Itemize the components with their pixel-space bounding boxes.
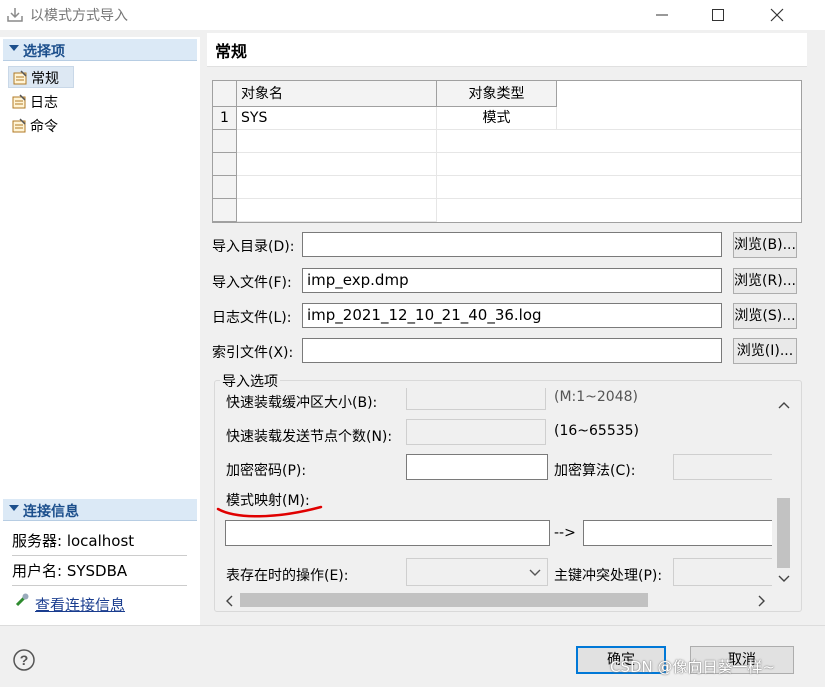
options-section-label: 选择项 [23,44,65,60]
chevron-down-icon [529,569,541,576]
log-file-label: 日志文件(L): [212,310,292,326]
table-cell-empty [437,130,801,153]
browse-dir-button[interactable]: 浏览(B)... [733,232,797,258]
password-label: 加密密码(P): [226,463,307,479]
browse-index-button[interactable]: 浏览(I)... [733,338,797,364]
view-connection-link[interactable]: 查看连接信息 [35,594,125,615]
options-section-header[interactable]: 选择项 [3,39,197,61]
browse-file-button[interactable]: 浏览(R)... [733,268,797,294]
options-page-icon [12,118,26,133]
svg-text:?: ? [20,652,29,668]
connection-section-label: 连接信息 [23,504,79,520]
algorithm-select[interactable] [673,454,772,480]
table-cell-empty [437,153,801,176]
index-file-label: 索引文件(X): [212,345,294,361]
fast-nodes-input[interactable] [406,419,546,445]
object-table[interactable]: 对象名 对象类型 1 SYS 模式 [212,80,802,223]
import-file-input[interactable]: imp_exp.dmp [302,268,722,293]
window-title: 以模式方式导入 [30,8,128,24]
title-bar: 以模式方式导入 [0,0,825,30]
pk-conflict-select[interactable] [673,558,772,586]
fast-buffer-input[interactable] [406,388,546,410]
page-header: 常规 [207,33,807,67]
chevron-left-icon[interactable] [224,595,234,607]
nav-label: 命令 [30,119,58,135]
chevron-up-icon[interactable] [778,400,790,410]
fast-nodes-range: (16~65535) [554,423,640,439]
chevron-right-icon[interactable] [757,595,767,607]
table-cell-empty [437,176,801,199]
server-info: 服务器: localhost [12,530,187,556]
vertical-scroll-thumb[interactable] [777,498,790,568]
log-file-input[interactable]: imp_2021_12_10_21_40_36.log [302,303,722,328]
watermark: CSDN @像向日葵一样~ [610,658,776,676]
connection-link-icon [15,593,29,607]
mapping-source-input[interactable] [225,520,550,546]
browse-log-button[interactable]: 浏览(S)... [733,303,797,329]
password-input[interactable] [406,454,548,480]
collapse-icon [9,505,19,511]
table-cell-empty [557,107,801,130]
close-icon[interactable] [765,4,789,26]
import-icon [7,8,23,22]
import-options-scroll-area[interactable]: 快速装载缓冲区大小(B): (M:1~2048) 快速装载发送节点个数(N): … [216,388,772,590]
vertical-scrollbar[interactable] [773,388,793,590]
nav-item-log[interactable]: 日志 [8,91,188,113]
column-header-name[interactable]: 对象名 [237,81,437,107]
row-number[interactable] [213,199,237,222]
row-number[interactable] [213,153,237,176]
username-info: 用户名: SYSDBA [12,560,187,586]
fast-nodes-label: 快速装载发送节点个数(N): [226,429,393,445]
help-icon[interactable]: ? [12,648,36,672]
fast-buffer-label: 快速装载缓冲区大小(B): [226,395,378,411]
horizontal-scrollbar[interactable] [220,590,773,610]
row-number[interactable] [213,130,237,153]
nav-label: 日志 [30,95,58,111]
minimize-icon[interactable] [650,4,674,26]
index-file-input[interactable] [302,338,722,363]
options-page-icon [13,70,27,85]
table-cell-empty [237,199,437,222]
pk-conflict-label: 主键冲突处理(P): [554,568,663,584]
nav-item-command[interactable]: 命令 [8,115,188,137]
row-number[interactable]: 1 [213,107,237,130]
column-header-type[interactable]: 对象类型 [437,81,557,107]
fast-buffer-range: (M:1~2048) [554,389,638,405]
row-number[interactable] [213,176,237,199]
table-cell-name[interactable]: SYS [237,107,437,130]
table-exists-label: 表存在时的操作(E): [226,568,349,584]
table-cell-type[interactable]: 模式 [437,107,557,130]
import-dir-input[interactable] [302,232,722,257]
nav-item-general[interactable]: 常规 [8,66,74,88]
table-exists-select[interactable] [406,558,548,586]
import-dir-label: 导入目录(D): [212,239,295,255]
page-title: 常规 [215,42,248,61]
horizontal-scroll-thumb[interactable] [240,593,648,607]
table-cell-empty [237,176,437,199]
table-cell-empty [237,153,437,176]
maximize-icon[interactable] [706,4,730,26]
import-file-label: 导入文件(F): [212,275,292,291]
table-cell-empty [237,130,437,153]
options-page-icon [12,94,26,109]
nav-label: 常规 [31,71,59,87]
mapping-arrow: --> [554,525,576,541]
algorithm-label: 加密算法(C): [554,463,636,479]
chevron-down-icon[interactable] [778,574,790,584]
mapping-target-input[interactable] [583,520,772,546]
table-corner [213,81,237,107]
connection-section-header[interactable]: 连接信息 [3,499,197,521]
collapse-icon [9,45,19,51]
